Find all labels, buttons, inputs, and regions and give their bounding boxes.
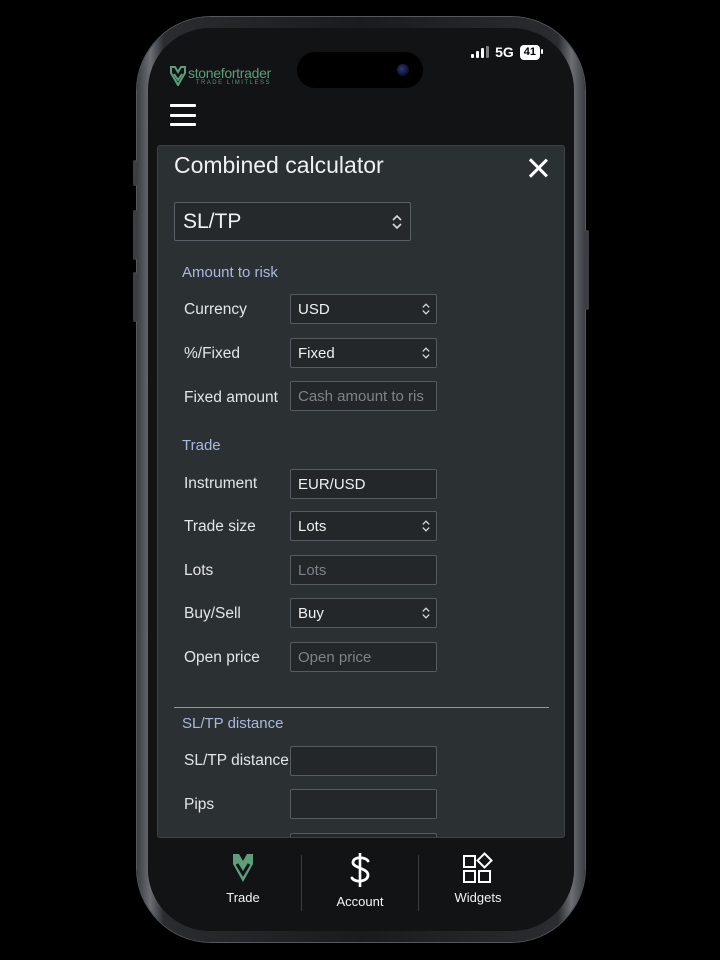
instrument-label: Instrument [184, 475, 258, 492]
dollar-icon [350, 853, 370, 887]
buy-sell-label: Buy/Sell [184, 605, 241, 622]
bottom-nav: Trade Account Widgets [148, 838, 574, 931]
network-label: 5G [495, 44, 514, 60]
sltp-distance-label: SL/TP distance [184, 752, 289, 769]
currency-value: USD [298, 300, 330, 318]
nav-separator [418, 855, 419, 911]
hamburger-menu-icon[interactable] [170, 104, 196, 126]
volume-down-button [133, 272, 137, 322]
updown-chevron-icon [422, 347, 430, 359]
brand-tagline: TRADE LIMITLESS [195, 80, 271, 86]
widgets-icon [463, 852, 493, 883]
calculator-mode-value: SL/TP [183, 209, 242, 233]
camera-icon [397, 64, 409, 76]
nav-trade-label: Trade [226, 890, 260, 905]
section-heading-sltp: SL/TP distance [182, 715, 284, 732]
lots-input[interactable] [290, 555, 437, 585]
pips-input[interactable] [290, 789, 437, 819]
modal-title: Combined calculator [174, 152, 384, 178]
screen: 5G 41 stonefortrader TRADE LIMITLESS Com… [148, 28, 574, 931]
nav-account[interactable]: Account [305, 852, 415, 909]
percent-fixed-label: %/Fixed [184, 345, 240, 362]
instrument-field[interactable]: EUR/USD [290, 469, 437, 499]
section-heading-trade: Trade [182, 437, 221, 454]
open-price-label: Open price [184, 649, 260, 666]
percent-fixed-select[interactable]: Fixed [290, 338, 437, 368]
open-price-input[interactable] [290, 642, 437, 672]
battery-level: 41 [523, 45, 536, 58]
currency-select[interactable]: USD [290, 294, 437, 324]
buy-sell-value: Buy [298, 604, 324, 622]
lots-label: Lots [184, 562, 214, 579]
pips-label: Pips [184, 796, 215, 813]
power-button [585, 230, 589, 310]
currency-label: Currency [184, 301, 247, 318]
instrument-value: EUR/USD [298, 475, 366, 493]
volume-up-button [133, 210, 137, 260]
trade-size-label: Trade size [184, 518, 256, 535]
updown-chevron-icon [422, 303, 430, 315]
battery-icon: 41 [519, 44, 544, 60]
updown-chevron-icon [392, 214, 402, 229]
calculator-modal: Combined calculator SL/TP Amount to risk… [157, 145, 565, 838]
trade-shield-icon [233, 854, 253, 882]
buy-sell-select[interactable]: Buy [290, 598, 437, 628]
nav-widgets[interactable]: Widgets [423, 852, 533, 905]
mute-switch [133, 160, 137, 186]
dynamic-island [297, 52, 423, 88]
percent-fixed-value: Fixed [298, 344, 335, 362]
nav-widgets-label: Widgets [454, 890, 502, 905]
section-divider [174, 707, 549, 708]
trade-size-value: Lots [298, 517, 327, 535]
signal-icon [471, 46, 490, 58]
status-bar: 5G 41 [471, 44, 544, 60]
nav-separator [301, 855, 302, 911]
nav-trade[interactable]: Trade [188, 852, 298, 905]
updown-chevron-icon [422, 607, 430, 619]
brand-name: stonefortrader [188, 65, 271, 81]
section-heading-amount: Amount to risk [182, 264, 278, 281]
nav-account-label: Account [336, 894, 384, 909]
trade-size-select[interactable]: Lots [290, 511, 437, 541]
brand-logo[interactable]: stonefortrader TRADE LIMITLESS [170, 66, 271, 86]
calculator-mode-select[interactable]: SL/TP [174, 202, 411, 241]
fixed-amount-input[interactable] [290, 381, 437, 411]
fixed-amount-label: Fixed amount [184, 389, 278, 406]
sltp-distance-input[interactable] [290, 746, 437, 776]
updown-chevron-icon [422, 520, 430, 532]
close-icon[interactable] [526, 156, 550, 180]
shield-logo-icon [170, 66, 186, 86]
